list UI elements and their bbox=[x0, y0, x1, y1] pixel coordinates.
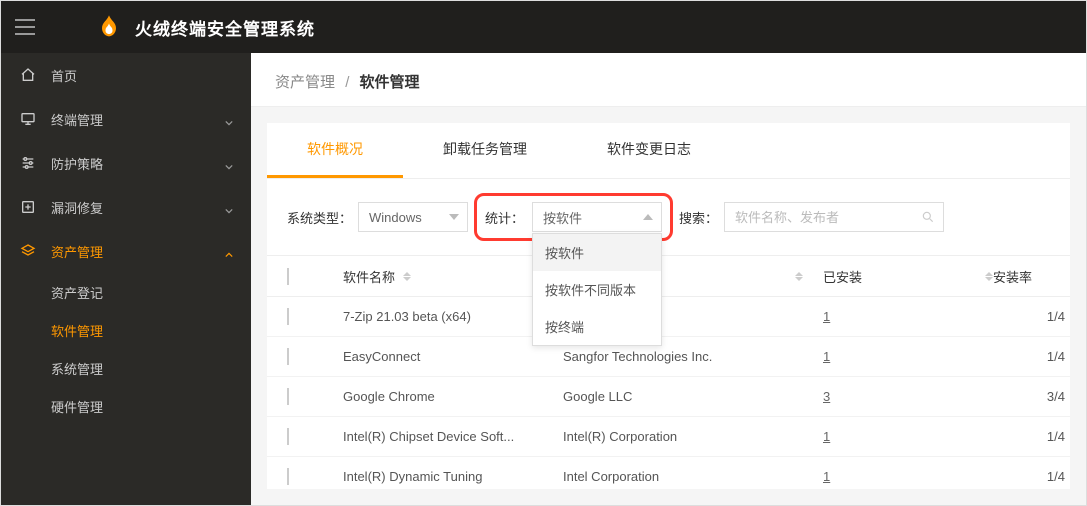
table-row: Intel(R) Chipset Device Soft... Intel(R)… bbox=[267, 417, 1070, 457]
cell-installed[interactable]: 3 bbox=[823, 389, 830, 404]
sort-icon bbox=[403, 272, 411, 281]
stat-dropdown: 按软件 按软件不同版本 按终端 bbox=[532, 233, 662, 346]
table-header: 软件名称 已安装 安装率 bbox=[267, 255, 1070, 297]
caret-down-icon bbox=[449, 214, 459, 220]
sidebar-item-label: 防护策略 bbox=[51, 154, 225, 173]
sidebar-item-patch[interactable]: 漏洞修复 bbox=[1, 185, 251, 229]
cell-publisher: Google LLC bbox=[563, 389, 803, 404]
breadcrumb: 资产管理 / 软件管理 bbox=[251, 53, 1086, 107]
cell-name: Google Chrome bbox=[343, 389, 563, 404]
plus-box-icon bbox=[19, 198, 37, 216]
cell-rate: 1/4 bbox=[993, 469, 1070, 484]
sidebar-item-label: 资产管理 bbox=[51, 242, 225, 261]
cell-rate: 1/4 bbox=[993, 429, 1070, 444]
cell-publisher: Sangfor Technologies Inc. bbox=[563, 349, 803, 364]
tab-uninstall-tasks[interactable]: 卸载任务管理 bbox=[403, 123, 567, 178]
cell-installed[interactable]: 1 bbox=[823, 309, 830, 324]
sidebar-item-protection[interactable]: 防护策略 bbox=[1, 141, 251, 185]
table-row: Google Chrome Google LLC 3 3/4 bbox=[267, 377, 1070, 417]
breadcrumb-separator: / bbox=[345, 74, 349, 91]
row-checkbox[interactable] bbox=[287, 428, 289, 445]
tab-overview[interactable]: 软件概况 bbox=[267, 123, 403, 178]
sidebar-item-terminal[interactable]: 终端管理 bbox=[1, 97, 251, 141]
table-row: 7-Zip 21.03 beta (x64) 1 1/4 bbox=[267, 297, 1070, 337]
sidebar-subitem-label: 硬件管理 bbox=[51, 397, 103, 416]
caret-up-icon bbox=[643, 214, 653, 220]
layers-icon bbox=[19, 242, 37, 260]
chevron-down-icon bbox=[225, 203, 233, 211]
stat-value: 按软件 bbox=[543, 208, 582, 227]
breadcrumb-current: 软件管理 bbox=[360, 74, 420, 91]
software-table: 软件名称 已安装 安装率 bbox=[267, 255, 1070, 489]
stat-label: 统计： bbox=[485, 208, 524, 227]
chevron-down-icon bbox=[225, 115, 233, 123]
sidebar-item-label: 终端管理 bbox=[51, 110, 225, 129]
search-icon[interactable] bbox=[921, 210, 935, 224]
table-row: EasyConnect Sangfor Technologies Inc. 1 … bbox=[267, 337, 1070, 377]
row-checkbox[interactable] bbox=[287, 388, 289, 405]
search-label: 搜索： bbox=[679, 208, 718, 227]
sort-icon bbox=[985, 272, 993, 281]
cell-name: Intel(R) Dynamic Tuning bbox=[343, 469, 563, 484]
cell-installed[interactable]: 1 bbox=[823, 469, 830, 484]
tabs: 软件概况 卸载任务管理 软件变更日志 bbox=[267, 123, 1070, 179]
sidebar: 首页 终端管理 防护策略 bbox=[1, 53, 251, 505]
chevron-down-icon bbox=[225, 159, 233, 167]
search-input[interactable] bbox=[735, 210, 913, 225]
cell-installed[interactable]: 1 bbox=[823, 429, 830, 444]
sidebar-subitem-label: 软件管理 bbox=[51, 321, 103, 340]
sidebar-item-label: 漏洞修复 bbox=[51, 198, 225, 217]
sidebar-subitem-hardware[interactable]: 硬件管理 bbox=[1, 387, 251, 425]
system-type-value: Windows bbox=[369, 210, 422, 225]
cell-publisher: Intel(R) Corporation bbox=[563, 429, 803, 444]
cell-publisher: Intel Corporation bbox=[563, 469, 803, 484]
row-checkbox[interactable] bbox=[287, 468, 289, 485]
search-box[interactable] bbox=[724, 202, 944, 232]
stat-option-terminal[interactable]: 按终端 bbox=[533, 308, 661, 345]
sidebar-subitem-software[interactable]: 软件管理 bbox=[1, 311, 251, 349]
sidebar-subitem-system[interactable]: 系统管理 bbox=[1, 349, 251, 387]
breadcrumb-parent[interactable]: 资产管理 bbox=[275, 74, 335, 91]
column-name[interactable]: 软件名称 bbox=[343, 267, 563, 286]
stat-highlight-box: 统计： 按软件 按软件 按软件不同版本 按终端 bbox=[474, 193, 673, 241]
table-row: Intel(R) Dynamic Tuning Intel Corporatio… bbox=[267, 457, 1070, 489]
home-icon bbox=[19, 66, 37, 84]
column-rate: 安装率 bbox=[993, 267, 1070, 286]
column-installed[interactable]: 已安装 bbox=[803, 267, 993, 286]
row-checkbox[interactable] bbox=[287, 348, 289, 365]
sidebar-subitem-asset-register[interactable]: 资产登记 bbox=[1, 273, 251, 311]
stat-select[interactable]: 按软件 按软件 按软件不同版本 按终端 bbox=[532, 202, 662, 232]
cell-installed[interactable]: 1 bbox=[823, 349, 830, 364]
system-type-label: 系统类型： bbox=[287, 208, 352, 227]
select-all-checkbox[interactable] bbox=[287, 268, 289, 285]
sidebar-item-assets[interactable]: 资产管理 bbox=[1, 229, 251, 273]
filter-row: 系统类型： Windows 统计： 按软件 按软件 按软件不同版本 bbox=[267, 179, 1070, 255]
tab-change-log[interactable]: 软件变更日志 bbox=[567, 123, 731, 178]
app-title: 火绒终端安全管理系统 bbox=[135, 15, 315, 40]
topbar: 火绒终端安全管理系统 bbox=[1, 1, 1086, 53]
cell-rate: 1/4 bbox=[993, 309, 1070, 324]
chevron-up-icon bbox=[225, 247, 233, 255]
row-checkbox[interactable] bbox=[287, 308, 289, 325]
system-type-select[interactable]: Windows bbox=[358, 202, 468, 232]
cell-name: EasyConnect bbox=[343, 349, 563, 364]
sort-icon bbox=[795, 272, 803, 281]
stat-option-software-version[interactable]: 按软件不同版本 bbox=[533, 271, 661, 308]
monitor-icon bbox=[19, 110, 37, 128]
sidebar-item-home[interactable]: 首页 bbox=[1, 53, 251, 97]
sliders-icon bbox=[19, 154, 37, 172]
menu-toggle-icon[interactable] bbox=[15, 19, 35, 35]
stat-option-software[interactable]: 按软件 bbox=[533, 234, 661, 271]
cell-rate: 3/4 bbox=[993, 389, 1070, 404]
cell-name: Intel(R) Chipset Device Soft... bbox=[343, 429, 563, 444]
cell-name: 7-Zip 21.03 beta (x64) bbox=[343, 309, 563, 324]
cell-rate: 1/4 bbox=[993, 349, 1070, 364]
sidebar-subitem-label: 系统管理 bbox=[51, 359, 103, 378]
main-content: 资产管理 / 软件管理 软件概况 卸载任务管理 软件变更日志 系统类型： Win… bbox=[251, 53, 1086, 505]
sidebar-subitem-label: 资产登记 bbox=[51, 283, 103, 302]
sidebar-item-label: 首页 bbox=[51, 66, 233, 85]
app-logo-icon bbox=[95, 13, 123, 41]
